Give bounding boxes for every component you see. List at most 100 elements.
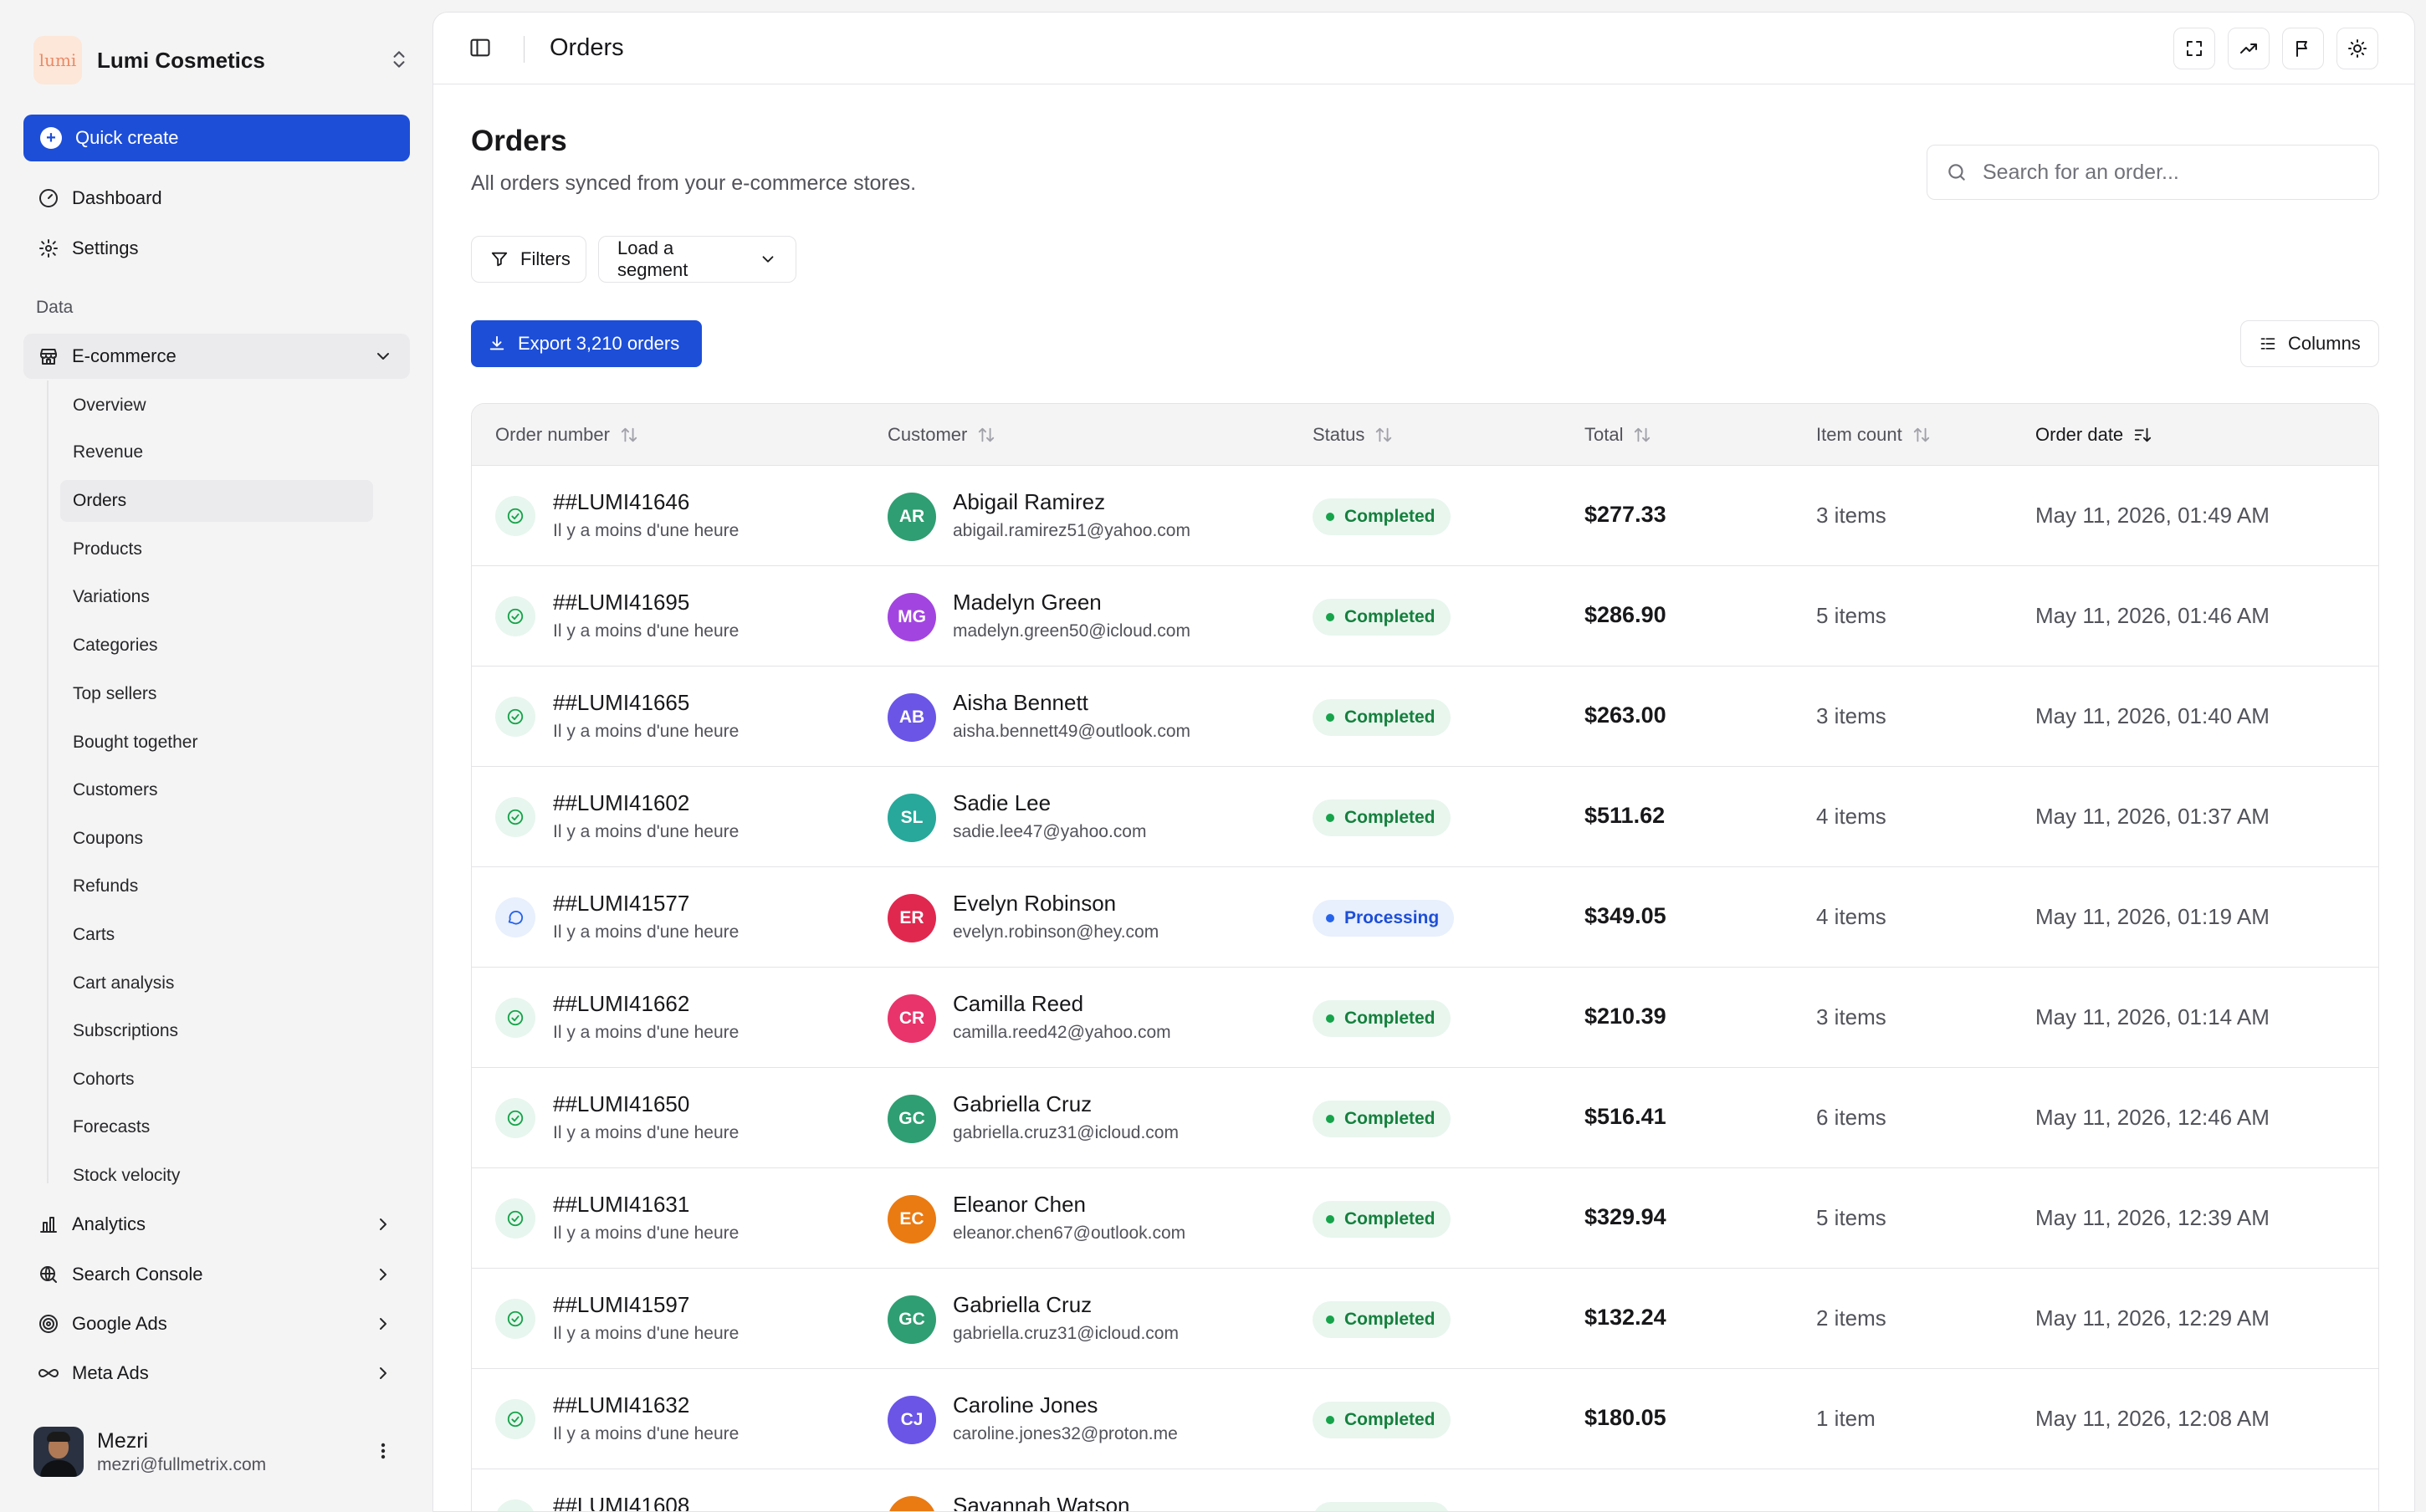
customer-name[interactable]: Gabriella Cruz <box>953 1091 1092 1117</box>
status-badge: Completed <box>1313 1201 1451 1238</box>
table-row[interactable]: ##LUMI41597 Il y a moins d'une heure GC Gab… <box>472 1269 2378 1369</box>
load-segment-dropdown[interactable]: Load a segment <box>598 236 796 283</box>
order-number[interactable]: ##LUMI41665 <box>553 690 689 716</box>
sidebar-subitem[interactable]: Bought together <box>60 722 373 764</box>
sidebar-subitem[interactable]: Overview <box>60 385 373 427</box>
column-header-order-date[interactable]: Order date <box>2035 404 2152 466</box>
sidebar-subitem[interactable]: Cohorts <box>60 1059 373 1101</box>
customer-name[interactable]: Evelyn Robinson <box>953 891 1116 917</box>
export-orders-button[interactable]: Export 3,210 orders <box>471 320 702 367</box>
table-row[interactable]: ##LUMI41646 Il y a moins d'une heure AR Abi… <box>472 466 2378 566</box>
sidebar-subitem[interactable]: Variations <box>60 576 373 618</box>
sidebar-subitem[interactable]: Coupons <box>60 818 373 860</box>
table-row[interactable]: ##LUMI41662 Il y a moins d'une heure CR Cam… <box>472 968 2378 1068</box>
table-row[interactable]: ##LUMI41650 Il y a moins d'une heure GC Gab… <box>472 1068 2378 1168</box>
filters-button[interactable]: Filters <box>471 236 586 283</box>
sidebar-item-dashboard[interactable]: Dashboard <box>23 176 410 221</box>
order-number[interactable]: ##LUMI41662 <box>553 991 689 1017</box>
sidebar-subitem[interactable]: Customers <box>60 769 373 811</box>
sidebar-subitem[interactable]: Subscriptions <box>60 1010 373 1052</box>
order-total: $329.94 <box>1584 1204 1666 1229</box>
customer-name[interactable]: Aisha Bennett <box>953 690 1088 716</box>
more-vertical-icon[interactable] <box>373 1441 393 1461</box>
sort-arrows-icon <box>620 426 638 444</box>
search-box[interactable] <box>1927 145 2379 200</box>
table-row[interactable]: ##LUMI41577 Il y a moins d'une heure ER Eve… <box>472 867 2378 968</box>
order-number[interactable]: ##LUMI41650 <box>553 1091 689 1117</box>
customer-name[interactable]: Camilla Reed <box>953 991 1083 1017</box>
table-row[interactable]: ##LUMI41695 Il y a moins d'une heure MG Mad… <box>472 566 2378 667</box>
table-row[interactable]: ##LUMI41665 Il y a moins d'une heure AB Ais… <box>472 667 2378 767</box>
sidebar-group-search-console[interactable]: Search Console <box>23 1252 410 1297</box>
column-header-status[interactable]: Status <box>1313 404 1393 466</box>
order-date: May 11, 2026, 01:46 AM <box>2035 603 2270 628</box>
customer-name[interactable]: Abigail Ramirez <box>953 489 1105 515</box>
customer-name[interactable]: Sadie Lee <box>953 790 1051 816</box>
flag-button[interactable] <box>2282 28 2324 69</box>
column-header-total[interactable]: Total <box>1584 404 1651 466</box>
item-count: 4 items <box>1816 904 1886 929</box>
customer-avatar: GC <box>888 1295 936 1344</box>
order-date: May 11, 2026, 12:08 AM <box>2035 1406 2270 1431</box>
sidebar-subitem-active[interactable]: Orders <box>60 480 373 522</box>
customer-avatar: ER <box>888 894 936 942</box>
quick-create-button[interactable]: + Quick create <box>23 115 410 161</box>
order-total: $263.00 <box>1584 702 1666 728</box>
customer-name[interactable]: Eleanor Chen <box>953 1192 1086 1218</box>
customer-name[interactable]: Savannah Watson <box>953 1493 1130 1511</box>
table-row[interactable]: ##LUMI41602 Il y a moins d'une heure SL Sad… <box>472 767 2378 867</box>
flag-icon <box>2293 38 2313 59</box>
sidebar-group-google-ads[interactable]: Google Ads <box>23 1301 410 1346</box>
order-date: May 11, 2026, 12:46 AM <box>2035 1105 2270 1130</box>
sidebar-group-analytics[interactable]: Analytics <box>23 1202 410 1247</box>
fullscreen-button[interactable] <box>2173 28 2215 69</box>
table-row[interactable]: ##LUMI41608 SW Savannah Watson Completed <box>472 1469 2378 1511</box>
order-number[interactable]: ##LUMI41631 <box>553 1192 689 1218</box>
table-row[interactable]: ##LUMI41631 Il y a moins d'une heure EC Ele… <box>472 1168 2378 1269</box>
column-header-order-number[interactable]: Order number <box>495 404 638 466</box>
sidebar-subitem[interactable]: Cart analysis <box>60 963 373 1004</box>
order-number[interactable]: ##LUMI41602 <box>553 790 689 816</box>
sidebar-subitem[interactable]: Products <box>60 529 373 570</box>
order-date: May 11, 2026, 01:37 AM <box>2035 804 2270 829</box>
customer-name[interactable]: Gabriella Cruz <box>953 1292 1092 1318</box>
check-circle-icon <box>495 596 535 636</box>
customer-name[interactable]: Caroline Jones <box>953 1392 1098 1418</box>
column-header-item-count[interactable]: Item count <box>1816 404 1931 466</box>
sidebar-subitem[interactable]: Categories <box>60 625 373 667</box>
columns-button[interactable]: Columns <box>2240 320 2379 367</box>
page-subtitle: All orders synced from your e-commerce s… <box>471 171 917 195</box>
search-input[interactable] <box>1983 160 2351 185</box>
sidebar-group-meta-ads[interactable]: Meta Ads <box>23 1351 410 1396</box>
sidebar-subitem[interactable]: Top sellers <box>60 673 373 715</box>
sidebar-item-settings[interactable]: Settings <box>23 226 410 271</box>
sidebar-toggle-icon[interactable] <box>468 36 492 59</box>
order-number[interactable]: ##LUMI41646 <box>553 489 689 515</box>
sidebar-item-label: Dashboard <box>72 187 162 208</box>
message-circle-icon <box>495 897 535 937</box>
order-number[interactable]: ##LUMI41632 <box>553 1392 689 1418</box>
order-total: $180.05 <box>1584 1405 1666 1430</box>
store-icon <box>37 345 60 368</box>
order-number[interactable]: ##LUMI41608 <box>553 1493 689 1511</box>
item-count: 5 items <box>1816 1205 1886 1230</box>
chevron-down-icon <box>373 346 393 366</box>
sidebar-subitem[interactable]: Refunds <box>60 866 373 907</box>
column-header-customer[interactable]: Customer <box>888 404 995 466</box>
user-profile[interactable]: Mezri mezri@fullmetrix.com <box>33 1426 410 1478</box>
theme-toggle-button[interactable] <box>2336 28 2378 69</box>
sidebar-subitem[interactable]: Forecasts <box>60 1106 373 1148</box>
sidebar-subitem[interactable]: Stock velocity <box>60 1155 373 1197</box>
customer-name[interactable]: Madelyn Green <box>953 590 1102 616</box>
sidebar-group-ecommerce[interactable]: E-commerce <box>23 334 410 379</box>
order-number[interactable]: ##LUMI41695 <box>553 590 689 616</box>
sidebar-subitem[interactable]: Revenue <box>60 432 373 473</box>
order-number[interactable]: ##LUMI41577 <box>553 891 689 917</box>
workspace-switcher[interactable]: lumi Lumi Cosmetics <box>33 35 410 85</box>
customer-avatar: SW <box>888 1496 936 1511</box>
table-row[interactable]: ##LUMI41632 Il y a moins d'une heure CJ Car… <box>472 1369 2378 1469</box>
topbar-divider <box>524 36 525 63</box>
trend-button[interactable] <box>2228 28 2270 69</box>
order-number[interactable]: ##LUMI41597 <box>553 1292 689 1318</box>
sidebar-subitem[interactable]: Carts <box>60 914 373 956</box>
